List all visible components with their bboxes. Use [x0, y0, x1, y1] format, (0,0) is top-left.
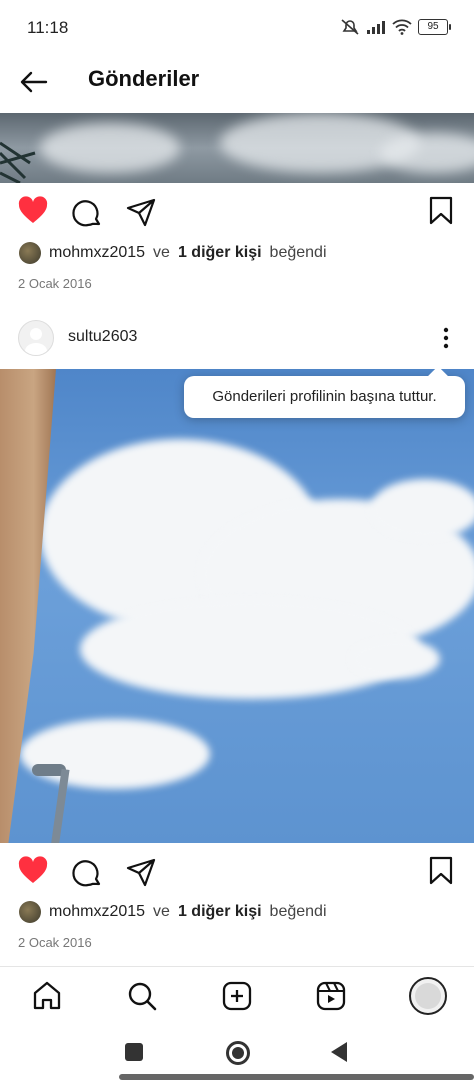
- others-count[interactable]: 1 diğer kişi: [178, 903, 262, 921]
- palm-leaves-decoration: [0, 141, 36, 183]
- avatar-placeholder: [415, 983, 441, 1009]
- liker-username[interactable]: mohmxz2015: [49, 244, 145, 262]
- heart-filled-icon[interactable]: [17, 855, 49, 887]
- status-icons: 95: [340, 18, 451, 36]
- likes-row: mohmxz2015 ve 1 diğer kişi beğendi: [19, 242, 327, 264]
- comment-icon[interactable]: [72, 857, 104, 889]
- likes-connector: ve: [153, 903, 170, 920]
- likes-connector: ve: [153, 244, 170, 261]
- send-icon[interactable]: [125, 856, 157, 888]
- search-icon[interactable]: [125, 979, 159, 1013]
- battery-indicator: 95: [418, 19, 451, 35]
- mute-icon: [341, 19, 359, 35]
- status-time: 11:18: [27, 18, 69, 37]
- status-bar: 11:18 95: [0, 0, 474, 56]
- gesture-bar: [119, 1074, 474, 1080]
- likes-row: mohmxz2015 ve 1 diğer kişi beğendi: [19, 901, 327, 923]
- avatar-placeholder-body: [25, 343, 47, 355]
- heart-filled-icon[interactable]: [17, 195, 49, 227]
- system-nav-bar: [0, 1024, 474, 1080]
- avatar[interactable]: [19, 901, 41, 923]
- home-circle-icon[interactable]: [226, 1041, 250, 1065]
- others-count[interactable]: 1 diğer kişi: [178, 244, 262, 262]
- post-date: 2 Ocak 2016: [18, 276, 92, 291]
- post-image[interactable]: [0, 369, 474, 843]
- avatar-placeholder-head: [30, 328, 42, 340]
- profile-avatar[interactable]: [409, 977, 447, 1015]
- send-icon[interactable]: [125, 196, 157, 228]
- likes-suffix: beğendi: [269, 903, 327, 920]
- plus-square-icon[interactable]: [220, 979, 254, 1013]
- comment-icon[interactable]: [72, 197, 104, 229]
- post-username[interactable]: sultu2603: [68, 328, 137, 346]
- recents-icon[interactable]: [125, 1043, 143, 1061]
- pin-tooltip[interactable]: Gönderileri profilinin başına tuttur.: [184, 376, 465, 418]
- signal-icon: [367, 21, 385, 34]
- arrow-left-icon[interactable]: [18, 66, 50, 98]
- bookmark-icon[interactable]: [425, 195, 457, 227]
- post-date: 2 Ocak 2016: [18, 935, 92, 950]
- bookmark-icon[interactable]: [425, 855, 457, 887]
- wifi-icon: [392, 19, 412, 35]
- post-image[interactable]: [0, 113, 474, 183]
- avatar[interactable]: [19, 242, 41, 264]
- back-triangle-icon[interactable]: [331, 1042, 347, 1062]
- more-vertical-icon[interactable]: [430, 322, 462, 354]
- reels-icon[interactable]: [314, 979, 348, 1013]
- likes-suffix: beğendi: [269, 244, 327, 261]
- avatar[interactable]: [18, 320, 54, 356]
- bottom-nav: [0, 966, 474, 1025]
- page-title: Gönderiler: [88, 66, 200, 91]
- home-icon[interactable]: [30, 979, 64, 1013]
- liker-username[interactable]: mohmxz2015: [49, 903, 145, 921]
